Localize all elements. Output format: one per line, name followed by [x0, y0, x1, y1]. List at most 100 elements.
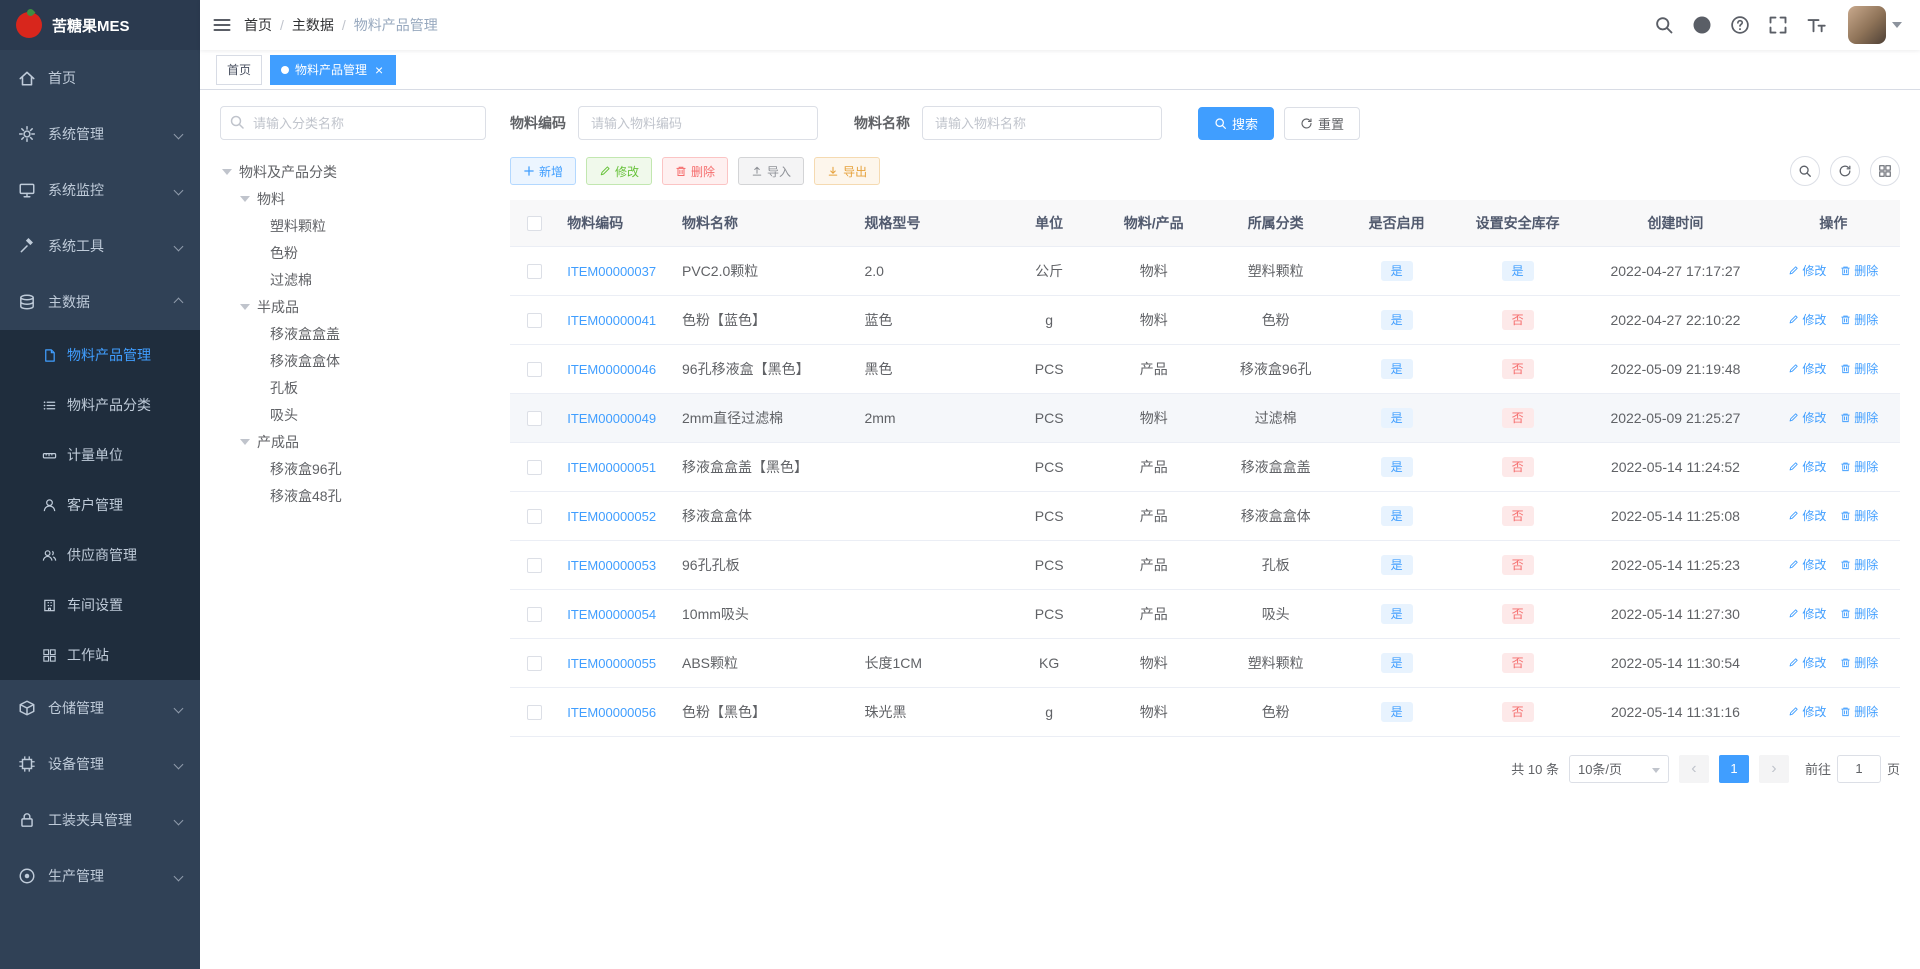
tree-node[interactable]: 过滤棉	[220, 266, 486, 293]
row-checkbox[interactable]	[527, 606, 543, 622]
sidebar-item-customer-management[interactable]: 客户管理	[0, 480, 200, 530]
avatar[interactable]	[1848, 6, 1886, 44]
row-checkbox[interactable]	[527, 361, 543, 377]
delete-row-button[interactable]: 删除	[1840, 605, 1878, 622]
sidebar-item-system-management[interactable]: 系统管理	[0, 106, 200, 162]
add-button[interactable]: 新增	[510, 157, 577, 185]
search-icon[interactable]	[1654, 15, 1674, 35]
caret-down-icon[interactable]	[240, 195, 250, 202]
sidebar-toggle-icon[interactable]	[200, 0, 244, 50]
toggle-search-icon[interactable]	[1790, 156, 1820, 186]
sidebar-item-equipment-management[interactable]: 设备管理	[0, 736, 200, 792]
delete-row-button[interactable]: 删除	[1840, 507, 1878, 524]
edit-row-button[interactable]: 修改	[1788, 703, 1826, 720]
item-code-link[interactable]: ITEM00000055	[567, 656, 656, 671]
sidebar-item-workstation[interactable]: 工作站	[0, 630, 200, 680]
row-checkbox[interactable]	[527, 655, 543, 671]
row-checkbox[interactable]	[527, 704, 543, 720]
tree-node[interactable]: 塑料颗粒	[220, 212, 486, 239]
item-code-link[interactable]: ITEM00000049	[567, 411, 656, 426]
row-checkbox[interactable]	[527, 459, 543, 475]
next-page-button[interactable]: ›	[1758, 754, 1789, 783]
sidebar-item-master-data[interactable]: 主数据	[0, 274, 200, 330]
page-size-select[interactable]: 10条/页	[1568, 754, 1669, 783]
tree-node[interactable]: 吸头	[220, 401, 486, 428]
goto-page-input[interactable]	[1836, 754, 1881, 783]
edit-row-button[interactable]: 修改	[1788, 556, 1826, 573]
delete-row-button[interactable]: 删除	[1840, 311, 1878, 328]
item-code-link[interactable]: ITEM00000052	[567, 509, 656, 524]
table-row[interactable]: ITEM00000049 2mm直径过滤棉 2mm PCS 物料 过滤棉 是 否…	[510, 393, 1900, 443]
edit-row-button[interactable]: 修改	[1788, 409, 1826, 426]
edit-row-button[interactable]: 修改	[1788, 311, 1826, 328]
caret-down-icon[interactable]	[240, 303, 250, 310]
table-row[interactable]: ITEM00000051 移液盒盒盖【黑色】 PCS 产品 移液盒盒盖 是 否 …	[510, 442, 1900, 492]
item-code-link[interactable]: ITEM00000046	[567, 362, 656, 377]
tree-node[interactable]: 物料	[220, 185, 486, 212]
sidebar-item-supplier-management[interactable]: 供应商管理	[0, 530, 200, 580]
edit-row-button[interactable]: 修改	[1788, 507, 1826, 524]
table-row[interactable]: ITEM00000052 移液盒盒体 PCS 产品 移液盒盒体 是 否 2022…	[510, 491, 1900, 541]
item-code-link[interactable]: ITEM00000041	[567, 313, 656, 328]
delete-row-button[interactable]: 删除	[1840, 556, 1878, 573]
table-row[interactable]: ITEM00000054 10mm吸头 PCS 产品 吸头 是 否 2022-0…	[510, 589, 1900, 639]
material-code-input[interactable]	[578, 106, 818, 140]
item-code-link[interactable]: ITEM00000051	[567, 460, 656, 475]
tree-node[interactable]: 移液盒盒盖	[220, 320, 486, 347]
tree-node[interactable]: 产成品	[220, 428, 486, 455]
category-search-input[interactable]	[220, 106, 486, 140]
delete-row-button[interactable]: 删除	[1840, 654, 1878, 671]
prev-page-button[interactable]: ‹	[1678, 754, 1709, 783]
current-page-button[interactable]: 1	[1718, 754, 1749, 783]
sidebar-item-production-management[interactable]: 生产管理	[0, 848, 200, 904]
delete-row-button[interactable]: 删除	[1840, 703, 1878, 720]
table-row[interactable]: ITEM00000041 色粉【蓝色】 蓝色 g 物料 色粉 是 否 2022-…	[510, 295, 1900, 345]
font-size-icon[interactable]	[1806, 15, 1826, 35]
column-settings-icon[interactable]	[1870, 156, 1900, 186]
row-checkbox[interactable]	[527, 508, 543, 524]
github-icon[interactable]	[1692, 15, 1712, 35]
tree-node[interactable]: 半成品	[220, 293, 486, 320]
sidebar-item-home[interactable]: 首页	[0, 50, 200, 106]
caret-down-icon[interactable]	[222, 168, 232, 175]
edit-row-button[interactable]: 修改	[1788, 262, 1826, 279]
tree-node[interactable]: 孔板	[220, 374, 486, 401]
fullscreen-icon[interactable]	[1768, 15, 1788, 35]
delete-row-button[interactable]: 删除	[1840, 409, 1878, 426]
edit-row-button[interactable]: 修改	[1788, 458, 1826, 475]
row-checkbox[interactable]	[527, 557, 543, 573]
app-logo[interactable]: 苦糖果MES	[0, 0, 200, 50]
row-checkbox[interactable]	[527, 263, 543, 279]
edit-button[interactable]: 修改	[586, 157, 653, 185]
sidebar-item-material-product-category[interactable]: 物料产品分类	[0, 380, 200, 430]
delete-row-button[interactable]: 删除	[1840, 262, 1878, 279]
export-button[interactable]: 导出	[814, 157, 881, 185]
tree-node[interactable]: 色粉	[220, 239, 486, 266]
tree-node[interactable]: 移液盒48孔	[220, 482, 486, 509]
tab-home[interactable]: 首页	[216, 54, 263, 85]
breadcrumb-home[interactable]: 首页	[244, 15, 272, 35]
help-icon[interactable]	[1730, 15, 1750, 35]
user-menu[interactable]	[1848, 6, 1902, 44]
sidebar-item-system-tools[interactable]: 系统工具	[0, 218, 200, 274]
edit-row-button[interactable]: 修改	[1788, 605, 1826, 622]
reset-button[interactable]: 重置	[1284, 106, 1361, 140]
delete-row-button[interactable]: 删除	[1840, 458, 1878, 475]
import-button[interactable]: 导入	[738, 157, 805, 185]
table-row[interactable]: ITEM00000046 96孔移液盒【黑色】 黑色 PCS 产品 移液盒96孔…	[510, 344, 1900, 394]
table-row[interactable]: ITEM00000056 色粉【黑色】 珠光黑 g 物料 色粉 是 否 2022…	[510, 687, 1900, 737]
tree-node[interactable]: 移液盒96孔	[220, 455, 486, 482]
item-code-link[interactable]: ITEM00000054	[567, 607, 656, 622]
caret-down-icon[interactable]	[240, 438, 250, 445]
item-code-link[interactable]: ITEM00000037	[567, 264, 656, 279]
sidebar-item-system-monitor[interactable]: 系统监控	[0, 162, 200, 218]
tab-material-product-management[interactable]: 物料产品管理 ×	[270, 54, 397, 85]
sidebar-item-material-product-management[interactable]: 物料产品管理	[0, 330, 200, 380]
search-button[interactable]: 搜索	[1198, 106, 1275, 140]
row-checkbox[interactable]	[527, 410, 543, 426]
sidebar-item-measure-unit[interactable]: 计量单位	[0, 430, 200, 480]
item-code-link[interactable]: ITEM00000056	[567, 705, 656, 720]
sidebar-item-fixture-management[interactable]: 工装夹具管理	[0, 792, 200, 848]
edit-row-button[interactable]: 修改	[1788, 654, 1826, 671]
delete-button[interactable]: 删除	[662, 157, 729, 185]
